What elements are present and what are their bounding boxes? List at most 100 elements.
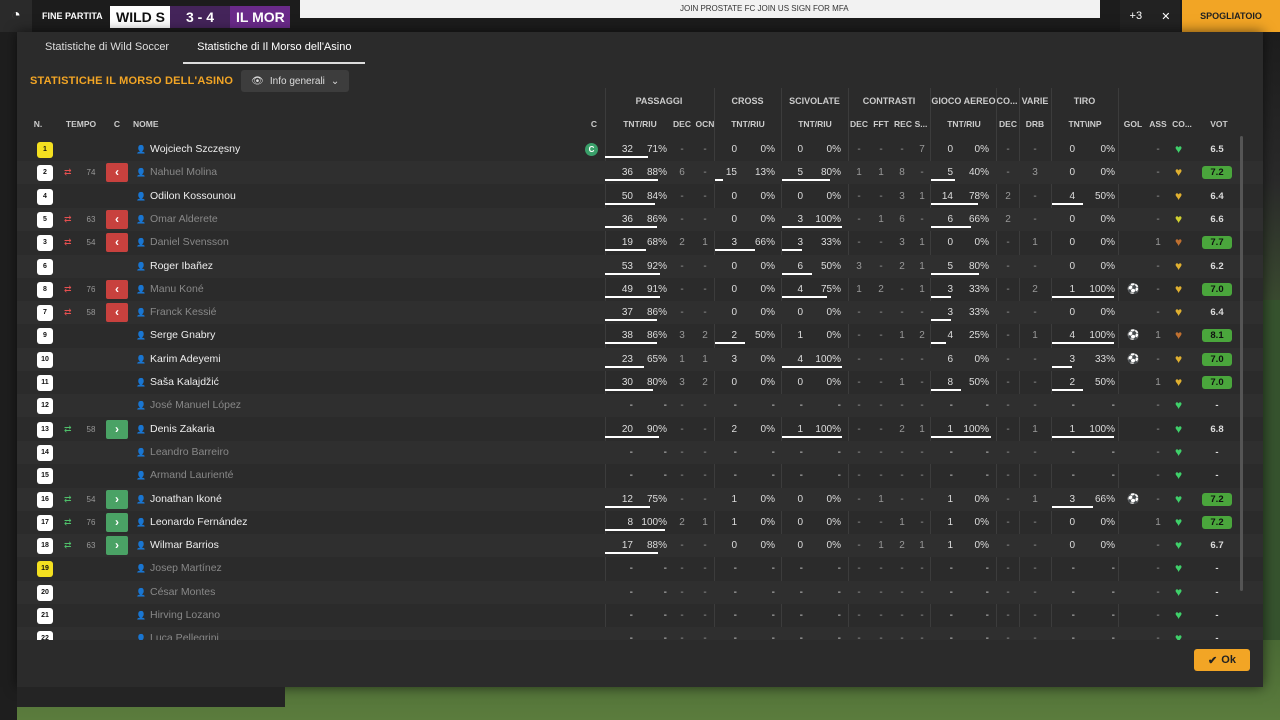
co-dec: - <box>1006 633 1010 640</box>
ok-button[interactable]: ✔ Ok <box>1194 649 1250 671</box>
col-header-aer-tnt[interactable]: TNT/RIU <box>939 119 989 129</box>
pass-accuracy-bar <box>605 249 646 252</box>
player-name[interactable]: Odilon Kossounou <box>150 185 236 208</box>
table-row[interactable]: 9 👤 Serge Gnabry 38 86% 3 2 2 50% 1 0% - -1 2 4 25% -1 4 1… <box>17 324 1263 347</box>
col-header-con-rec[interactable]: REC <box>893 119 913 129</box>
table-row[interactable]: 14 👤 Leandro Barreiro - - - - - - - - - - - - - - - - - - - ♥ - <box>17 440 1263 464</box>
col-header-con-s[interactable]: S... <box>913 119 929 129</box>
col-header-co-dec[interactable]: DEC <box>998 119 1018 129</box>
col-header-sciv-tnt[interactable]: TNT/RIU <box>790 119 840 129</box>
table-row[interactable]: 4 👤 Odilon Kossounou 50 84% - -0 0% 0 0% - -3 1 14 78%… <box>17 185 1263 208</box>
pass-accuracy: - <box>663 470 667 482</box>
player-name[interactable]: Jonathan Ikoné <box>150 488 222 511</box>
player-name[interactable]: Franck Kessié <box>150 301 217 324</box>
table-row[interactable]: 1 👤 Wojciech Szczęsny C 32 71% - -0 0% 0 0% - - -7 0 0%… <box>17 138 1263 161</box>
aerial-accuracy-bar <box>931 202 978 205</box>
player-name[interactable]: Luca Pellegrini <box>150 627 219 640</box>
table-row[interactable]: 10 👤 Karim Adeyemi 23 65% 1 1 3 0% 4 100% - - - -6 0% - -… <box>17 347 1263 371</box>
close-icon[interactable]: ✕ <box>1161 10 1170 23</box>
chevron-left-icon[interactable]: ‹ <box>106 209 128 229</box>
contrasti-value: 1 <box>919 260 925 272</box>
chevron-right-icon[interactable]: › <box>106 512 128 532</box>
col-header-pass-dec[interactable]: DEC <box>673 119 691 129</box>
player-name[interactable]: Hirving Lozano <box>150 604 220 627</box>
player-name[interactable]: Denis Zakaria <box>150 418 215 441</box>
table-row[interactable]: 19 👤 Josep Martínez - - - - - - - - - - - - - - - - - - - ♥ - <box>17 557 1263 580</box>
dressing-room-button[interactable]: SPOGLIATOIO <box>1182 0 1280 32</box>
table-row[interactable]: 17 ⇄ 76 › 👤 Leonardo Fernández 8 100% 2 1 1 0% 0 0% - -… <box>17 511 1263 534</box>
table-row[interactable]: 5 ⇄ 63 ‹ 👤 Omar Alderete 36 86% - -0 0% 3 100% -1 6-6 6… <box>17 207 1263 231</box>
table-row[interactable]: 15 👤 Armand Laurienté - - - - - - - - - - - - - - - - - - - ♥ - <box>17 464 1263 487</box>
player-name[interactable]: Manu Koné <box>150 278 204 301</box>
col-header-gol[interactable]: GOL <box>1122 119 1144 129</box>
table-row[interactable]: 12 👤 José Manuel López - - - - - - - - - - - - - - - - - - - ♥… <box>17 394 1263 418</box>
table-row[interactable]: 13 ⇄ 58 › 👤 Denis Zakaria 20 90% - -2 0% 1 100% - -2 1 1… <box>17 418 1263 441</box>
table-row[interactable]: 20 👤 César Montes - - - - - - - - - - - - - - - - - - - ♥ - <box>17 580 1263 604</box>
col-header-co2[interactable]: CO... <box>1170 119 1194 129</box>
table-row[interactable]: 3 ⇄ 54 ‹ 👤 Daniel Svensson 19 68% 2 1 3 66% 3 33% - -3 1… <box>17 231 1263 254</box>
tackle-slide-attempts: - <box>799 470 803 482</box>
shots-on-target: - <box>1111 470 1115 482</box>
col-header-var-drb[interactable]: DRB <box>1023 119 1047 129</box>
pass-ocn: - <box>703 610 707 621</box>
col-header-vot[interactable]: VOT <box>1204 119 1234 129</box>
col-header-ass[interactable]: ASS <box>1148 119 1168 129</box>
tackle-slide-bar <box>782 249 802 252</box>
jersey-number-icon: 20 <box>37 584 53 601</box>
col-header-con-fft[interactable]: FFT <box>872 119 890 129</box>
shots-total: - <box>1071 633 1075 640</box>
jersey-number-icon: 21 <box>37 608 53 624</box>
table-row[interactable]: 16 ⇄ 54 › 👤 Jonathan Ikoné 12 75% - -1 0% 0 0% -1- -1 0… <box>17 487 1263 511</box>
chevron-left-icon[interactable]: ‹ <box>106 303 128 323</box>
player-name[interactable]: Karim Adeyemi <box>150 348 221 371</box>
table-row[interactable]: 7 ⇄ 58 ‹ 👤 Franck Kessié 37 86% - -0 0% 0 0% - - - -3 33%… <box>17 301 1263 325</box>
person-icon: 👤 <box>136 447 146 457</box>
player-name[interactable]: Wilmar Barrios <box>150 534 219 557</box>
player-name[interactable]: Armand Laurienté <box>150 464 233 487</box>
tab-wild-soccer[interactable]: Statistiche di Wild Soccer <box>31 32 183 64</box>
player-name[interactable]: Leandro Barreiro <box>150 441 229 464</box>
table-row[interactable]: 18 ⇄ 63 › 👤 Wilmar Barrios 17 88% - -0 0% 0 0% -1 2 1 1 0… <box>17 534 1263 558</box>
player-name[interactable]: Josep Martínez <box>150 557 222 580</box>
table-row[interactable]: 6 👤 Roger Ibañez 53 92% - -0 0% 6 50% 3-2 1 5 80% - -0 0… <box>17 254 1263 278</box>
chevron-left-icon[interactable]: ‹ <box>106 233 128 253</box>
player-name[interactable]: Roger Ibañez <box>150 255 213 278</box>
col-header-tiro-tnt[interactable]: TNT\INP <box>1060 119 1110 129</box>
match-rating: - <box>1215 610 1219 621</box>
tackle-slide-accuracy: - <box>837 610 841 621</box>
chevron-right-icon[interactable]: › <box>106 536 128 556</box>
col-header-nome[interactable]: NOME <box>133 119 163 129</box>
chevron-right-icon[interactable]: › <box>106 419 128 439</box>
chevron-right-icon[interactable]: › <box>106 489 128 509</box>
col-header-cross-tnt[interactable]: TNT/RIU <box>723 119 773 129</box>
chevron-left-icon[interactable]: ‹ <box>106 163 128 183</box>
player-name[interactable]: Saša Kalajdžić <box>150 371 219 394</box>
table-row[interactable]: 8 ⇄ 76 ‹ 👤 Manu Koné 49 91% - -0 0% 4 75% 1 2-1 3 33% -2 1… <box>17 278 1263 301</box>
table-scrollbar[interactable] <box>1240 136 1243 591</box>
player-name[interactable]: José Manuel López <box>150 394 241 417</box>
player-name[interactable]: Leonardo Fernández <box>150 511 248 534</box>
col-header-pass-ocn[interactable]: OCN <box>694 119 716 129</box>
player-name[interactable]: Omar Alderete <box>150 208 218 231</box>
substitution-minute: 58 <box>86 308 96 318</box>
col-header-con-dec[interactable]: DEC <box>850 119 868 129</box>
table-row[interactable]: 2 ⇄ 74 ‹ 👤 Nahuel Molina 36 88% 6-15 13% 5 80% 1 1 8-5… <box>17 161 1263 185</box>
col-header-pass-tnt[interactable]: TNT/RIU <box>615 119 665 129</box>
col-header-c2[interactable]: C <box>589 119 599 129</box>
table-row[interactable]: 22 👤 Luca Pellegrini - - - - - - - - - - - - - - - - - - - ♥ - <box>17 627 1263 640</box>
speed-control[interactable]: +3 <box>1130 10 1143 22</box>
table-row[interactable]: 21 👤 Hirving Lozano - - - - - - - - - - - - - - - - - - - ♥ - <box>17 604 1263 627</box>
tab-morso-asino[interactable]: Statistiche di Il Morso dell'Asino <box>183 32 366 64</box>
player-name[interactable]: Nahuel Molina <box>150 161 217 184</box>
player-name[interactable]: Serge Gnabry <box>150 324 215 347</box>
match-rating: 7.7 <box>1202 236 1232 250</box>
col-header-tempo[interactable]: TEMPO <box>63 119 99 129</box>
col-header-c[interactable]: C <box>111 119 123 129</box>
player-name[interactable]: Daniel Svensson <box>150 231 229 254</box>
chevron-left-icon[interactable]: ‹ <box>106 279 128 299</box>
player-name[interactable]: César Montes <box>150 581 215 604</box>
table-row[interactable]: 11 👤 Saša Kalajdžić 30 80% 3 2 0 0% 0 0% - -1-8 50% - -… <box>17 371 1263 394</box>
player-name[interactable]: Wojciech Szczęsny <box>150 138 240 161</box>
col-header-number[interactable]: N. <box>31 119 45 129</box>
app-logo-icon[interactable]: ◔ <box>0 0 32 32</box>
